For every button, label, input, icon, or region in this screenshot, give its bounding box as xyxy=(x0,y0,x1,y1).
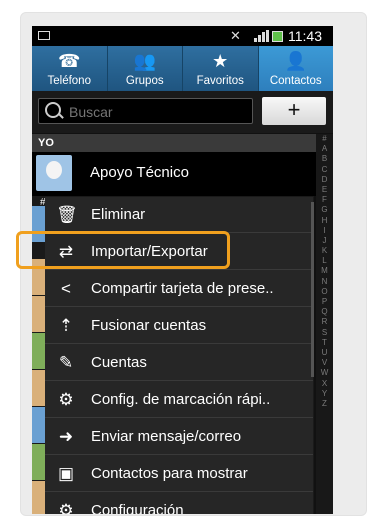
index-letter[interactable]: V xyxy=(316,358,333,368)
index-letter[interactable]: K xyxy=(316,246,333,256)
highlight-box xyxy=(16,231,230,269)
search-input[interactable] xyxy=(67,101,251,123)
menu-item-compartir[interactable]: < Compartir tarjeta de prese.. xyxy=(45,271,313,307)
tab-label: Contactos xyxy=(269,75,322,87)
profile-name: Apoyo Técnico xyxy=(90,164,189,181)
index-letter[interactable]: B xyxy=(316,154,333,164)
person-icon: 👤 xyxy=(284,51,307,71)
index-letter[interactable]: T xyxy=(316,338,333,348)
index-letter[interactable]: J xyxy=(316,236,333,246)
index-letter[interactable]: Z xyxy=(316,399,333,409)
profile-row[interactable]: Apoyo Técnico xyxy=(32,152,333,196)
index-letter[interactable]: W xyxy=(316,368,333,378)
menu-item-enviar-mensaje[interactable]: ➜ Enviar mensaje/correo xyxy=(45,419,313,455)
index-letter[interactable]: P xyxy=(316,297,333,307)
index-letter[interactable]: G xyxy=(316,205,333,215)
menu-item-label: Cuentas xyxy=(91,354,147,371)
search-row: + xyxy=(32,91,333,133)
add-contact-button[interactable]: + xyxy=(262,97,326,125)
status-bar: ✕ 11:43 xyxy=(32,26,333,46)
menu-item-label: Enviar mensaje/correo xyxy=(91,428,242,445)
key-icon: ✎ xyxy=(58,353,74,372)
menu-item-configuracion[interactable]: ⚙ Configuración xyxy=(45,493,313,514)
trash-icon: 🗑 xyxy=(56,205,78,224)
index-letter[interactable]: H xyxy=(316,216,333,226)
index-letter[interactable]: O xyxy=(316,287,333,297)
tab-contactos[interactable]: 👤 Contactos xyxy=(258,46,333,91)
index-letter[interactable]: U xyxy=(316,348,333,358)
index-letter[interactable]: X xyxy=(316,379,333,389)
menu-scrollbar[interactable] xyxy=(311,202,314,377)
settings-icon: ⚙ xyxy=(58,501,74,514)
index-letter[interactable]: S xyxy=(316,328,333,338)
notification-icon xyxy=(38,31,50,40)
menu-item-label: Contactos para mostrar xyxy=(91,465,248,482)
menu-item-label: Eliminar xyxy=(91,206,146,223)
tab-favoritos[interactable]: ★ Favoritos xyxy=(183,46,259,91)
signal-icon xyxy=(254,30,269,42)
index-letter[interactable]: Y xyxy=(316,389,333,399)
status-time: 11:43 xyxy=(288,28,322,44)
avatar xyxy=(36,155,72,191)
search-box xyxy=(38,98,253,124)
menu-item-marcacion-rapida[interactable]: ⚙ Config. de marcación rápi.. xyxy=(45,382,313,418)
menu-item-label: Configuración xyxy=(91,502,184,514)
merge-icon: ⇡ xyxy=(58,316,74,335)
menu-item-label: Compartir tarjeta de prese.. xyxy=(91,280,274,297)
index-letter[interactable]: E xyxy=(316,185,333,195)
section-header: YO xyxy=(32,134,333,152)
index-letter[interactable]: F xyxy=(316,195,333,205)
index-letter[interactable]: N xyxy=(316,277,333,287)
tab-telefono[interactable]: ☎ Teléfono xyxy=(32,46,108,91)
index-letter[interactable]: Q xyxy=(316,307,333,317)
index-letter[interactable]: L xyxy=(316,256,333,266)
menu-item-eliminar[interactable]: 🗑 Eliminar xyxy=(45,197,313,233)
phone-icon: ☎ xyxy=(58,51,81,71)
tab-grupos[interactable]: 👥 Grupos xyxy=(108,46,183,91)
index-letter[interactable]: A xyxy=(316,144,333,154)
phone-screen: ✕ 11:43 ☎ Teléfono 👥 Grupos ★ Favoritos … xyxy=(32,26,333,514)
speed-dial-icon: ⚙ xyxy=(58,390,74,409)
menu-item-contactos-mostrar[interactable]: ▣ Contactos para mostrar xyxy=(45,456,313,492)
battery-icon xyxy=(272,31,283,42)
menu-item-cuentas[interactable]: ✎ Cuentas xyxy=(45,345,313,381)
arrow-right-icon: ➜ xyxy=(58,427,74,446)
tab-label: Favoritos xyxy=(196,75,244,87)
index-letter[interactable]: I xyxy=(316,226,333,236)
contact-card-icon: ▣ xyxy=(57,464,75,483)
tab-bar: ☎ Teléfono 👥 Grupos ★ Favoritos 👤 Contac… xyxy=(32,46,333,91)
groups-icon: 👥 xyxy=(133,51,156,71)
mute-icon: ✕ xyxy=(230,28,241,43)
tab-label: Grupos xyxy=(125,75,164,87)
star-icon: ★ xyxy=(212,51,229,71)
menu-item-label: Fusionar cuentas xyxy=(91,317,207,334)
index-letter[interactable]: # xyxy=(316,134,333,144)
index-letter[interactable]: C xyxy=(316,165,333,175)
search-icon xyxy=(45,102,61,118)
index-letter[interactable]: M xyxy=(316,266,333,276)
tab-label: Teléfono xyxy=(47,75,91,87)
share-icon: < xyxy=(61,279,71,298)
alphabet-index[interactable]: # A B C D E F G H I J K L M N O P Q R S T U V W X Y Z xyxy=(316,134,333,514)
index-letter[interactable]: R xyxy=(316,317,333,327)
menu-item-label: Config. de marcación rápi.. xyxy=(91,391,271,408)
menu-item-fusionar[interactable]: ⇡ Fusionar cuentas xyxy=(45,308,313,344)
index-letter[interactable]: D xyxy=(316,175,333,185)
